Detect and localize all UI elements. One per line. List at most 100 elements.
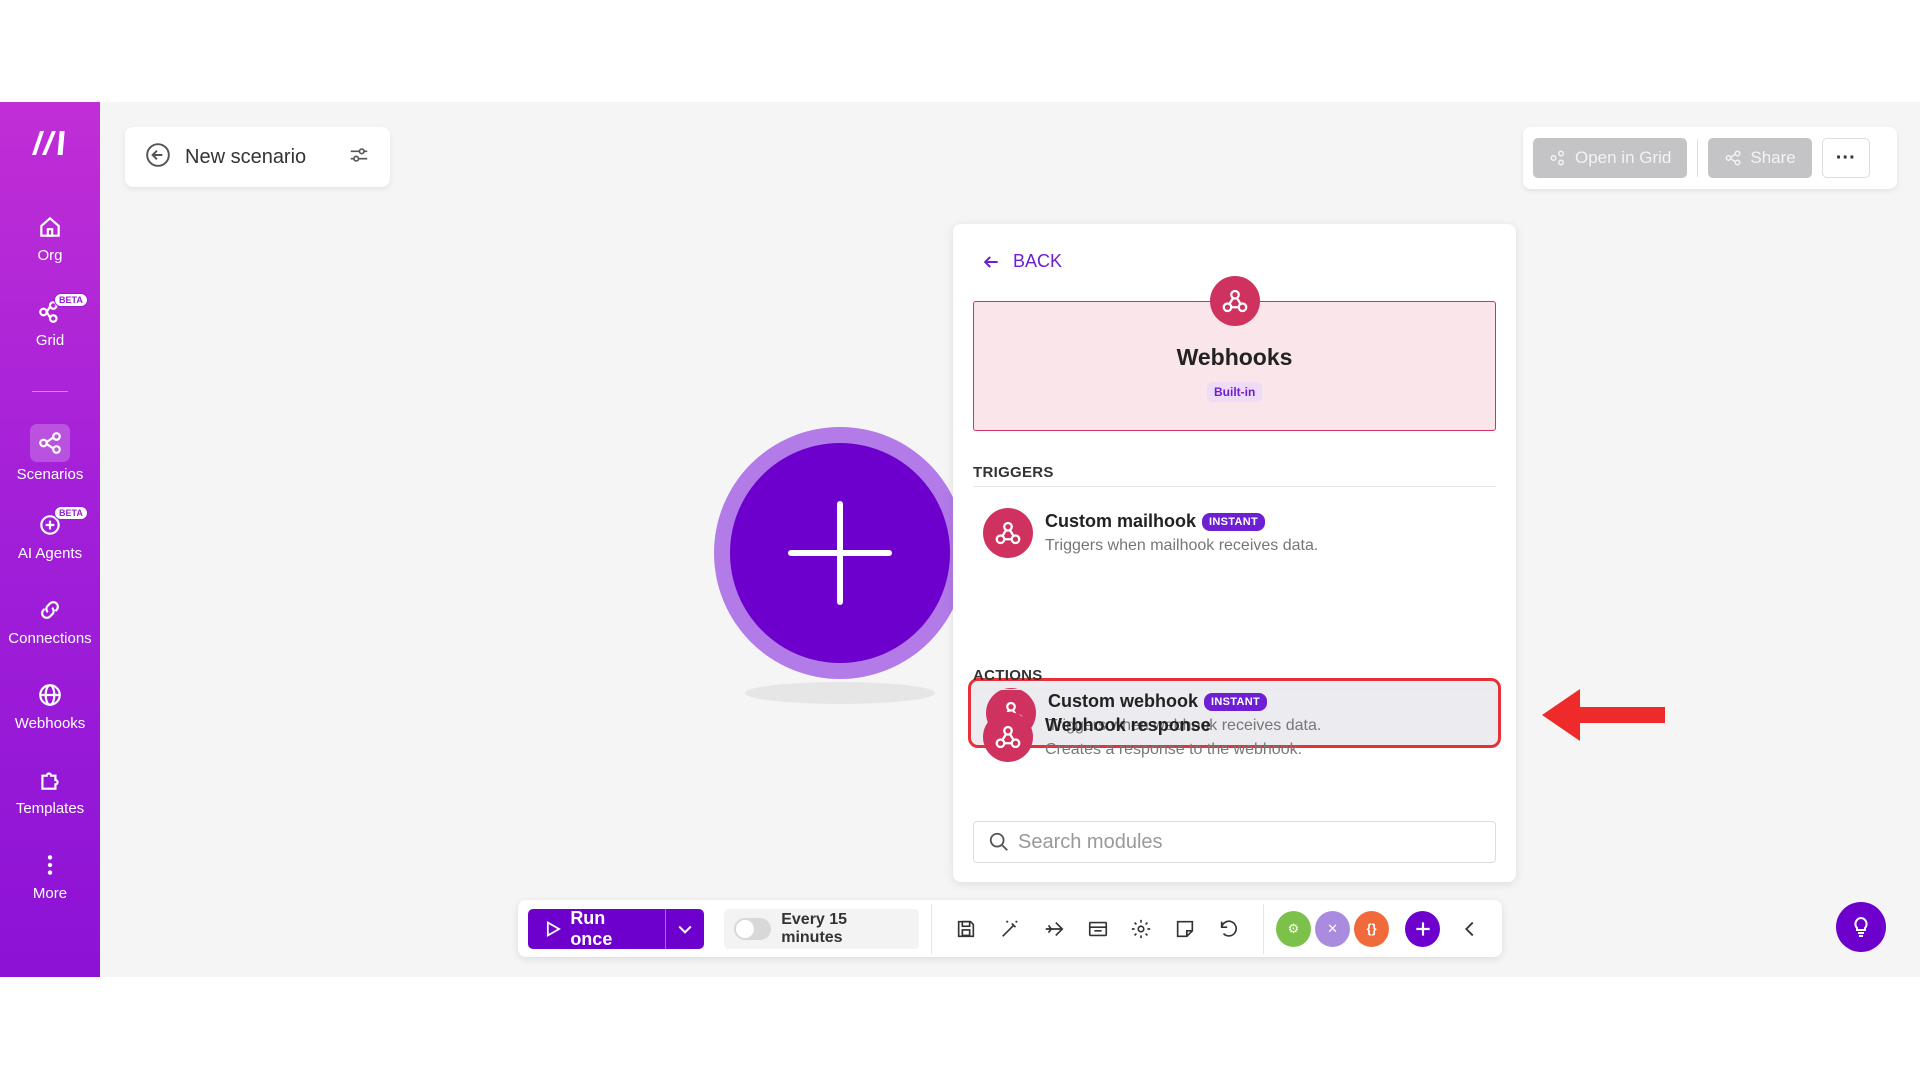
back-arrow-icon[interactable] <box>145 142 171 173</box>
sidebar-item-label: AI Agents <box>17 545 83 562</box>
app-avatar-json[interactable]: {} <box>1354 910 1390 947</box>
hints-button[interactable] <box>1836 902 1886 952</box>
bottom-toolbar: Run once Every 15 minutes ⚙ ✕ {} <box>518 900 1502 957</box>
back-label: BACK <box>1013 251 1063 271</box>
scenario-header: New scenario <box>125 127 390 187</box>
save-icon <box>957 920 975 937</box>
sidebar-item-org[interactable]: Org <box>0 214 100 264</box>
schedule-toggle[interactable] <box>734 917 772 940</box>
sidebar-item-label: Scenarios <box>16 466 84 483</box>
link-icon <box>37 597 63 623</box>
sidebar-item-grid[interactable]: BETA Grid <box>0 293 100 349</box>
instant-badge: INSTANT <box>1202 512 1265 531</box>
gear-icon <box>1132 919 1151 938</box>
make-logo[interactable] <box>30 127 72 157</box>
sidebar-item-templates[interactable]: Templates <box>0 767 100 817</box>
module-title: Webhook response <box>1045 715 1211 735</box>
back-button[interactable]: BACK <box>981 251 1062 272</box>
sidebar-item-label: Grid <box>35 332 65 349</box>
arrow-left-icon <box>983 255 998 268</box>
app-avatar-tools[interactable]: ⚙ <box>1275 910 1312 947</box>
section-divider <box>973 689 1496 690</box>
open-in-grid-button[interactable]: Open in Grid <box>1533 138 1688 178</box>
triggers-heading: TRIGGERS <box>973 464 1054 481</box>
sidebar-item-connections[interactable]: Connections <box>0 597 100 647</box>
run-options-dropdown[interactable] <box>666 909 705 949</box>
sidebar-item-more[interactable]: More <box>0 852 100 902</box>
sidebar-item-scenarios[interactable]: Scenarios <box>0 424 100 483</box>
beta-badge: BETA <box>54 506 88 520</box>
plus-icon <box>1416 921 1430 936</box>
separator <box>1697 139 1699 177</box>
collapse-toolbar-button[interactable] <box>1448 909 1492 949</box>
puzzle-icon <box>37 767 63 793</box>
sidebar-item-label: Webhooks <box>14 715 86 732</box>
globe-icon <box>37 682 63 708</box>
add-module-button[interactable] <box>714 427 966 679</box>
actions-heading: ACTIONS <box>973 667 1043 684</box>
separator <box>931 903 933 954</box>
settings-sliders-icon[interactable] <box>348 144 370 171</box>
sidebar-item-webhooks[interactable]: Webhooks <box>0 682 100 732</box>
run-once-button[interactable]: Run once <box>528 907 666 949</box>
undo-button[interactable] <box>1207 909 1251 949</box>
magic-wand-icon <box>1002 920 1018 937</box>
app-name: Webhooks <box>1176 344 1293 370</box>
beta-badge: BETA <box>54 293 88 307</box>
share-icon <box>1725 150 1741 166</box>
webhook-icon <box>983 712 1033 762</box>
share-label: Share <box>1750 148 1796 167</box>
home-icon <box>37 214 63 240</box>
chevron-down-icon <box>678 925 692 934</box>
airplane-icon <box>1045 921 1064 936</box>
add-app-button[interactable] <box>1405 910 1441 947</box>
built-in-badge: Built-in <box>1207 382 1263 402</box>
chevron-left-icon <box>1465 921 1474 936</box>
schedule-label: Every 15 minutes <box>781 910 848 946</box>
module-shadow <box>745 682 935 704</box>
module-description: Creates a response to the webhook. <box>1045 741 1303 758</box>
schedule-control[interactable]: Every 15 minutes <box>724 908 920 949</box>
module-custom-mailhook[interactable]: Custom mailhook INSTANT Triggers when mai… <box>968 498 1501 568</box>
sidebar-divider <box>32 391 68 392</box>
separator <box>1262 903 1264 954</box>
share-button[interactable]: Share <box>1708 138 1812 178</box>
run-once-button-group: Run once <box>528 907 705 949</box>
sidebar-item-ai-agents[interactable]: BETA AI Agents <box>0 506 100 562</box>
notes-button[interactable] <box>1163 909 1207 949</box>
undo-icon <box>1220 919 1238 937</box>
module-webhook-response[interactable]: Webhook response Creates a response to t… <box>968 702 1501 772</box>
sidebar: Org BETA Grid Scenarios BETA AI Agents C… <box>0 102 100 977</box>
auto-align-button[interactable] <box>988 909 1032 949</box>
search-icon <box>989 832 1008 851</box>
plus-icon <box>788 501 892 605</box>
table-icon <box>1088 921 1107 936</box>
sidebar-item-label: Connections <box>8 630 92 647</box>
save-button[interactable] <box>944 909 988 949</box>
webhook-icon <box>1210 276 1260 326</box>
module-description: Triggers when mailhook receives data. <box>1045 537 1319 554</box>
red-arrow-annotation <box>1542 689 1665 741</box>
module-title: Custom mailhook <box>1045 511 1197 531</box>
app-card-webhooks: Webhooks Built-in <box>973 276 1496 431</box>
app-avatar-flow-control[interactable]: ✕ <box>1315 910 1351 947</box>
scenario-inputs-button[interactable] <box>1076 909 1120 949</box>
scenario-settings-button[interactable] <box>1120 909 1164 949</box>
scenario-name[interactable]: New scenario <box>185 146 348 169</box>
sidebar-item-label: Templates <box>15 800 85 817</box>
search-modules-input[interactable] <box>1018 830 1488 854</box>
grid-icon: BETA <box>37 293 88 325</box>
section-divider <box>973 486 1496 487</box>
module-picker-panel: BACK Webhooks Built-in TRIGGERS Custom m… <box>953 224 1516 882</box>
ai-agent-icon: BETA <box>37 506 88 538</box>
app-root: Org BETA Grid Scenarios BETA AI Agents C… <box>0 102 1920 977</box>
open-in-grid-label: Open in Grid <box>1575 148 1672 167</box>
share-icon <box>30 424 70 462</box>
sidebar-item-label: More <box>32 885 68 902</box>
more-options-button[interactable]: ··· <box>1821 138 1870 178</box>
explain-flow-button[interactable] <box>1032 909 1076 949</box>
run-once-label: Run once <box>570 907 613 949</box>
play-icon <box>546 920 561 937</box>
sidebar-item-label: Org <box>37 247 63 264</box>
dots-vertical-icon <box>37 852 63 878</box>
